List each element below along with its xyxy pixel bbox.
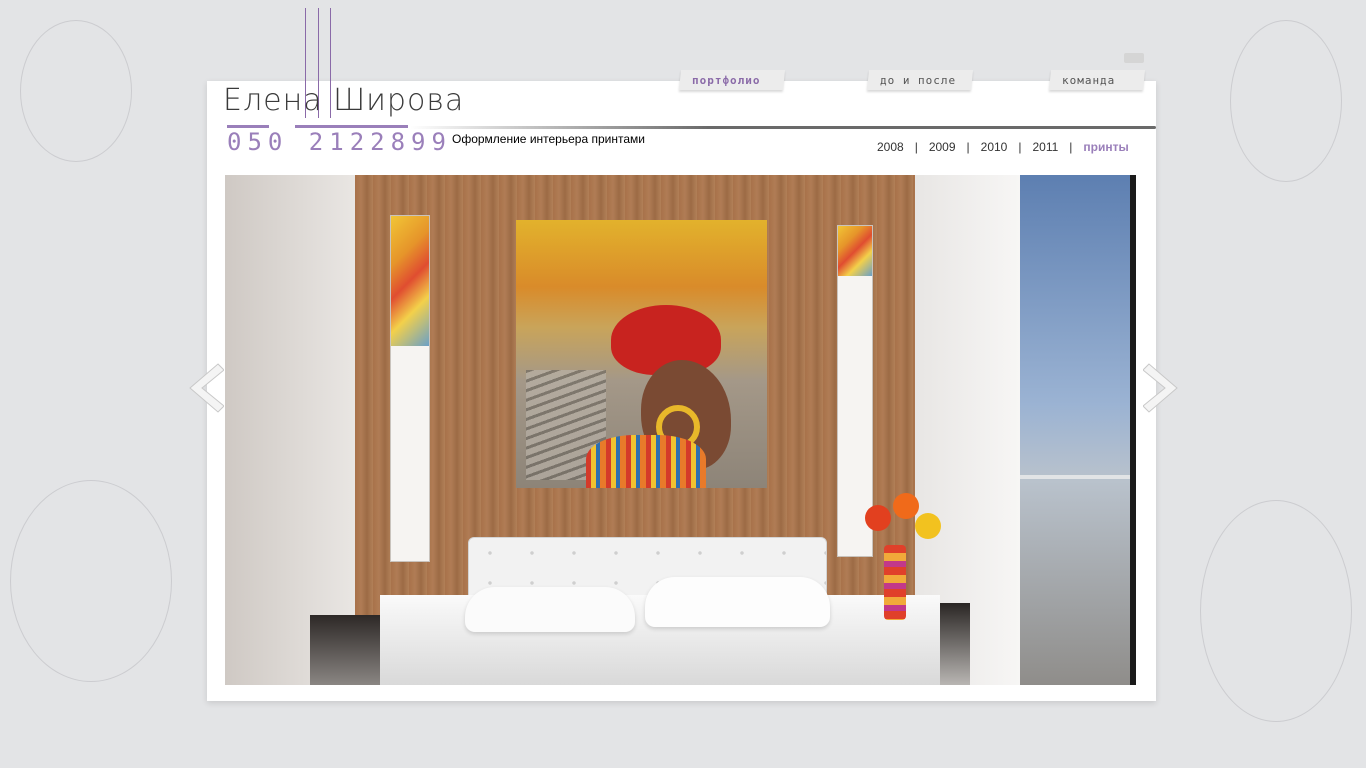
next-arrow-button[interactable] (1142, 360, 1183, 416)
photo-window-frame (1130, 175, 1136, 685)
photo-flower (893, 493, 919, 519)
header-divider (410, 126, 1156, 129)
tab-portfolio[interactable]: портфолио (678, 70, 786, 90)
year-link-2011[interactable]: 2011 (1032, 140, 1058, 154)
year-separator: | (1069, 140, 1073, 154)
photo-wall (225, 175, 355, 685)
prev-arrow-button[interactable] (184, 360, 225, 416)
background-sketch (20, 20, 132, 162)
chevron-left-icon (189, 363, 225, 413)
print-panel (390, 215, 430, 562)
year-separator: | (1018, 140, 1022, 154)
year-link-2009[interactable]: 2009 (929, 140, 956, 154)
background-sketch (1230, 20, 1342, 182)
chevron-right-icon (1142, 363, 1178, 413)
tab-label: до и после (880, 73, 957, 87)
phone-number: 050 2122899 (227, 128, 452, 156)
photo-flower (865, 505, 891, 531)
photo-vase (884, 545, 906, 620)
print-artwork (516, 220, 767, 488)
year-separator: | (914, 140, 918, 154)
year-filter: 2008 | 2009 | 2010 | 2011 | принты (877, 140, 1129, 154)
year-link-2008[interactable]: 2008 (877, 140, 904, 154)
tab-label: портфолио (692, 73, 761, 87)
tab-label: команда (1062, 73, 1116, 87)
tab-before-after[interactable]: до и после (866, 70, 974, 90)
photo-pillow (645, 577, 830, 627)
brand-logo[interactable]: Елена Широва (223, 83, 464, 118)
photo-window (1020, 175, 1136, 685)
portfolio-photo (225, 175, 1136, 685)
photo-window-rail (1020, 475, 1136, 479)
photo-pillow (465, 587, 635, 632)
year-link-2010[interactable]: 2010 (981, 140, 1008, 154)
tab-team[interactable]: команда (1048, 70, 1146, 90)
menu-dots-icon[interactable] (1124, 53, 1144, 63)
background-sketch (10, 480, 172, 682)
page-subtitle: Оформление интерьера принтами (452, 132, 645, 146)
year-separator: | (966, 140, 970, 154)
print-panel (837, 225, 873, 557)
background-sketch (1200, 500, 1352, 722)
photo-flower (915, 513, 941, 539)
year-link-prints[interactable]: принты (1083, 140, 1128, 154)
